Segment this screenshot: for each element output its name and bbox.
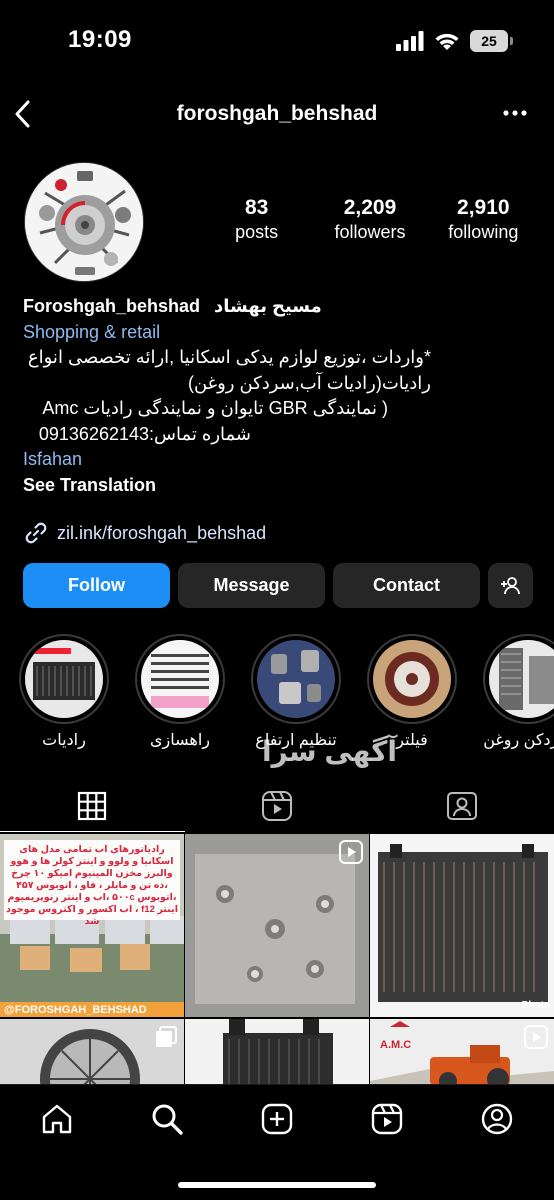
profile-location[interactable]: Isfahan bbox=[23, 447, 528, 473]
profile-actions: Follow Message Contact bbox=[23, 563, 533, 608]
post-thumbnail[interactable]: A.M.C bbox=[370, 1019, 554, 1084]
tagged-icon bbox=[446, 792, 477, 820]
profile-display-name: Foroshgah_behshad bbox=[23, 296, 201, 316]
post-caption: رادیاتورهای اب تمامی مدل های اسکانیا و و… bbox=[6, 844, 178, 927]
add-person-icon bbox=[500, 576, 520, 594]
profile-stats: 83 posts 2,209 followers 2,910 following bbox=[200, 196, 540, 243]
posts-grid: رادیاتورهای اب تمامی مدل های اسکانیا و و… bbox=[0, 834, 554, 1084]
posts-count: 83 bbox=[244, 196, 269, 219]
bio-line: شماره تماس:09136262143 bbox=[38, 423, 251, 444]
highlight-item[interactable]: فیلتر bbox=[366, 634, 458, 750]
plus-square-icon bbox=[261, 1103, 293, 1135]
signal-icon bbox=[396, 31, 424, 51]
profile-username: foroshgah_behshad bbox=[176, 102, 378, 125]
status-icons: 25 bbox=[396, 30, 513, 52]
bio-line: ( نمایندگی GBR تایوان و نمایندگی رادیات … bbox=[42, 398, 388, 418]
post-thumbnail[interactable]: رادیاتورهای اب تمامی مدل های اسکانیا و و… bbox=[0, 834, 184, 1017]
more-options-icon[interactable] bbox=[500, 98, 530, 128]
profile-external-link[interactable]: zil.ink/foroshgah_behshad bbox=[23, 520, 266, 546]
reels-icon bbox=[371, 1103, 403, 1135]
home-icon bbox=[42, 1104, 72, 1134]
contact-button[interactable]: Contact bbox=[333, 563, 480, 608]
profile-avatar[interactable] bbox=[24, 162, 144, 282]
highlight-item[interactable]: سردکن روغن bbox=[482, 634, 554, 750]
reel-badge-icon bbox=[339, 840, 363, 864]
highlight-item[interactable]: رادیات bbox=[18, 634, 110, 750]
grid-icon bbox=[78, 791, 107, 821]
post-thumbnail[interactable]: Photo bbox=[370, 834, 554, 1017]
amc-tag: A.M.C bbox=[380, 1039, 412, 1051]
tab-reels[interactable] bbox=[185, 780, 370, 832]
following-count: 2,910 bbox=[457, 196, 510, 219]
highlight-item[interactable]: تنظیم ارتفاع bbox=[250, 634, 342, 750]
profile-link-text: zil.ink/foroshgah_behshad bbox=[57, 522, 267, 543]
message-button[interactable]: Message bbox=[178, 563, 325, 608]
bio-line: رادیات(رادیات آب,سردکن روغن) bbox=[187, 372, 431, 393]
highlight-cover bbox=[141, 640, 219, 718]
status-time: 19:09 bbox=[68, 26, 132, 53]
post-tag: @FOROSHGAH_BEHSHAD bbox=[4, 1004, 147, 1016]
bottom-tab-bar bbox=[0, 1084, 554, 1200]
nav-home[interactable] bbox=[37, 1099, 77, 1139]
search-icon bbox=[152, 1104, 183, 1135]
highlight-cover bbox=[25, 640, 103, 718]
watermark-text: آگهی سرا bbox=[262, 736, 398, 767]
bio-line: *واردات ،توزیع لوازم یدکی اسکانیا ,ارائه… bbox=[27, 347, 431, 367]
profile-category[interactable]: Shopping & retail bbox=[23, 320, 528, 346]
suggest-people-button[interactable] bbox=[488, 563, 533, 608]
multiple-posts-icon bbox=[156, 1026, 177, 1047]
profile-display-name-fa: مسیح بهشاد bbox=[214, 296, 322, 316]
stat-following[interactable]: 2,910 following bbox=[427, 196, 540, 243]
link-icon bbox=[25, 522, 47, 544]
status-bar: 19:09 25 bbox=[0, 0, 554, 82]
highlight-cover bbox=[373, 640, 451, 718]
wifi-icon bbox=[435, 33, 459, 50]
nav-reels[interactable] bbox=[367, 1099, 407, 1139]
stat-posts[interactable]: 83 posts bbox=[200, 196, 313, 243]
profile-tabs bbox=[0, 780, 554, 832]
posts-label: posts bbox=[235, 222, 279, 242]
highlight-item[interactable]: راهسازی bbox=[134, 634, 226, 750]
see-translation-link[interactable]: See Translation bbox=[23, 473, 528, 499]
nav-profile[interactable] bbox=[477, 1099, 517, 1139]
top-nav: foroshgah_behshad bbox=[0, 92, 554, 138]
bio-name-row: Foroshgah_behshad مسیح بهشاد bbox=[23, 294, 528, 320]
followers-count: 2,209 bbox=[343, 196, 397, 219]
reel-badge-icon bbox=[524, 1025, 548, 1049]
tab-grid[interactable] bbox=[0, 780, 185, 832]
nav-search[interactable] bbox=[147, 1099, 187, 1139]
post-thumbnail[interactable] bbox=[0, 1019, 184, 1084]
post-thumbnail[interactable] bbox=[185, 834, 369, 1017]
post-thumbnail[interactable] bbox=[185, 1019, 369, 1084]
follow-button[interactable]: Follow bbox=[23, 563, 170, 608]
highlight-cover bbox=[257, 640, 335, 718]
profile-bio: Foroshgah_behshad مسیح بهشاد Shopping & … bbox=[23, 294, 528, 498]
nav-create[interactable] bbox=[257, 1099, 297, 1139]
profile-icon bbox=[481, 1103, 513, 1135]
home-indicator bbox=[178, 1182, 376, 1188]
following-label: following bbox=[448, 222, 519, 242]
highlight-cover bbox=[489, 640, 554, 718]
highlight-label: سردکن روغن bbox=[483, 732, 554, 749]
photoroom-tag: Photo bbox=[521, 1000, 550, 1011]
battery-icon: 25 bbox=[470, 30, 513, 52]
highlight-label: راهسازی bbox=[149, 732, 210, 749]
stat-followers[interactable]: 2,209 followers bbox=[313, 196, 426, 243]
followers-label: followers bbox=[334, 222, 406, 242]
tab-tagged[interactable] bbox=[369, 780, 554, 832]
highlight-label: رادیات bbox=[42, 732, 86, 749]
reels-icon bbox=[262, 791, 292, 821]
